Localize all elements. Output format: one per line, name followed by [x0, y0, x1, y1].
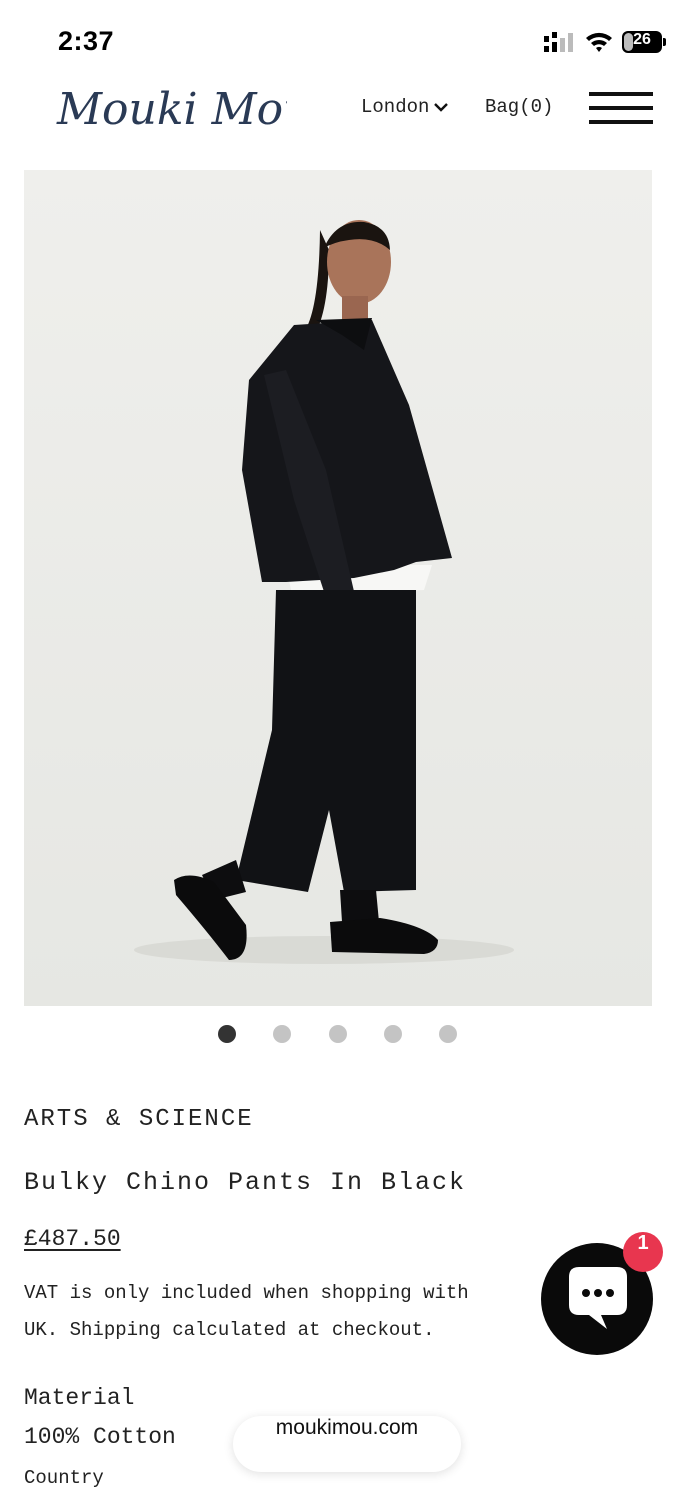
- material-value: 100% Cotton: [24, 1424, 176, 1450]
- vat-shipping-note: VAT is only included when shopping with …: [24, 1282, 469, 1341]
- status-time: 2:37: [58, 26, 115, 56]
- bag-count: (0): [519, 96, 554, 118]
- carousel-dot-4[interactable]: [384, 1025, 402, 1043]
- product-brand[interactable]: ARTS & SCIENCE: [24, 1106, 254, 1133]
- product-image[interactable]: [24, 170, 652, 1006]
- country-label: Country: [24, 1467, 104, 1489]
- carousel-dot-1[interactable]: [218, 1025, 236, 1043]
- battery-percent: 26: [633, 31, 651, 48]
- chat-notification-badge: 1: [623, 1232, 663, 1272]
- product-photo-illustration: [24, 170, 652, 1006]
- carousel-dot-2[interactable]: [273, 1025, 291, 1043]
- location-label: London: [361, 96, 430, 118]
- battery-icon: 26: [622, 31, 666, 53]
- carousel-dot-5[interactable]: [439, 1025, 457, 1043]
- product-title: Bulky Chino Pants In Black: [24, 1168, 467, 1197]
- hamburger-menu-icon[interactable]: [589, 90, 653, 126]
- cellular-signal-icon: [544, 32, 573, 52]
- chevron-down-icon: [434, 103, 449, 112]
- logo-text: Mouki Mou: [56, 84, 287, 135]
- bag-label: Bag: [485, 96, 520, 118]
- carousel-dot-3[interactable]: [329, 1025, 347, 1043]
- brand-logo[interactable]: Mouki Mou: [55, 74, 287, 140]
- browser-url-bar[interactable]: moukimou.com: [233, 1416, 461, 1472]
- product-price[interactable]: £487.50: [24, 1226, 121, 1252]
- location-selector[interactable]: London: [361, 96, 449, 118]
- wifi-icon: [586, 32, 612, 52]
- bag-button[interactable]: Bag(0): [485, 96, 553, 118]
- material-label: Material: [24, 1385, 135, 1411]
